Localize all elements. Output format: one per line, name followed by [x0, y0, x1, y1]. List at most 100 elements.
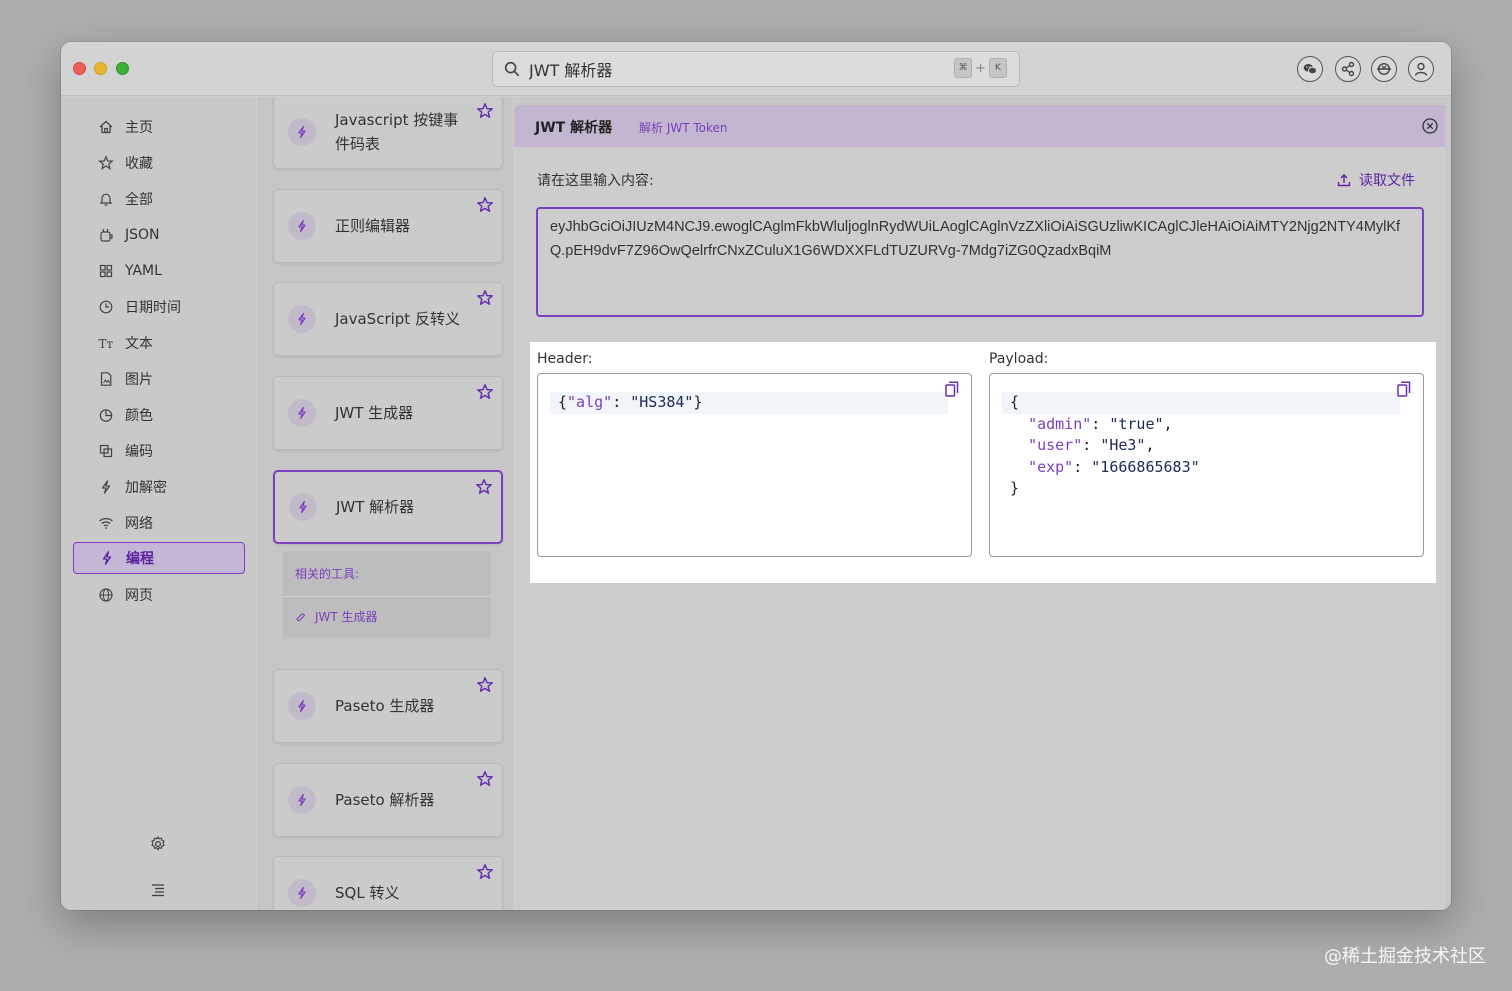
tool-card-sql-escape[interactable]: SQL 转义 — [273, 856, 503, 910]
search-icon — [504, 61, 520, 77]
sidebar-item-color[interactable]: 颜色 — [73, 399, 245, 431]
star-icon[interactable] — [476, 289, 494, 307]
related-tools-panel: 相关的工具: JWT 生成器 — [283, 551, 491, 637]
related-tool-label: JWT 生成器 — [315, 610, 378, 624]
copy-icon[interactable] — [1397, 381, 1411, 397]
copy-icon[interactable] — [945, 381, 959, 397]
sidebar-item-home[interactable]: 主页 — [73, 111, 245, 143]
tool-label: JWT 生成器 — [335, 404, 414, 422]
bolt-icon — [288, 305, 316, 333]
divider — [283, 596, 491, 597]
sidebar-item-network[interactable]: 网络 — [73, 507, 245, 539]
close-window-button[interactable] — [73, 62, 86, 75]
grid-icon — [97, 262, 115, 280]
copy-icon — [97, 442, 115, 460]
sidebar-item-all[interactable]: 全部 — [73, 183, 245, 215]
text-icon: Tт — [97, 334, 115, 352]
sidebar-item-label: 加解密 — [125, 480, 167, 496]
tool-card-regex-editor[interactable]: 正则编辑器 — [273, 189, 503, 263]
star-icon[interactable] — [476, 770, 494, 788]
zoom-window-button[interactable] — [116, 62, 129, 75]
tool-label: Paseto 生成器 — [335, 697, 435, 715]
code-line: } — [1010, 479, 1020, 497]
sidebar-item-label: YAML — [125, 263, 162, 279]
search-bar[interactable]: ⌘ + K — [492, 51, 1020, 87]
link-icon — [296, 612, 306, 621]
star-icon[interactable] — [476, 383, 494, 401]
related-tool-link[interactable]: JWT 生成器 — [295, 608, 378, 625]
minimize-window-button[interactable] — [94, 62, 107, 75]
star-icon — [97, 154, 115, 172]
close-icon[interactable] — [1421, 117, 1439, 135]
sidebar-item-favorites[interactable]: 收藏 — [73, 147, 245, 179]
user-icon — [1414, 62, 1428, 76]
page-title: JWT 解析器 — [535, 120, 613, 136]
share-button[interactable] — [1335, 56, 1361, 82]
sidebar-item-label: 收藏 — [125, 156, 153, 172]
bolt-icon — [288, 212, 316, 240]
sidebar-item-programming[interactable]: 编程 — [73, 542, 245, 574]
sync-icon — [1377, 62, 1391, 76]
star-icon[interactable] — [476, 676, 494, 694]
header-label: Header: — [537, 351, 593, 367]
bolt-icon — [288, 118, 316, 146]
share-icon — [1341, 61, 1355, 77]
bell-icon — [97, 190, 115, 208]
tool-card-paseto-generator[interactable]: Paseto 生成器 — [273, 669, 503, 743]
bolt-icon — [288, 399, 316, 427]
upload-icon — [1337, 174, 1351, 187]
bolt-icon — [288, 692, 316, 720]
sidebar-item-datetime[interactable]: 日期时间 — [73, 291, 245, 323]
payload-output[interactable]: { "admin": "true", "user": "He3", "exp":… — [989, 373, 1424, 557]
tool-card-paseto-parser[interactable]: Paseto 解析器 — [273, 763, 503, 837]
star-icon[interactable] — [476, 196, 494, 214]
sidebar-item-label: 颜色 — [125, 408, 153, 424]
page-subtitle: 解析 JWT Token — [639, 121, 728, 135]
star-icon[interactable] — [475, 478, 493, 496]
tool-card-js-unescape[interactable]: JavaScript 反转义 — [273, 282, 503, 356]
wechat-button[interactable] — [1297, 56, 1323, 82]
payload-json: { "admin": "true", "user": "He3", "exp":… — [1010, 392, 1200, 500]
sidebar-item-web[interactable]: 网页 — [73, 579, 245, 611]
read-file-button[interactable]: 读取文件 — [1337, 170, 1415, 190]
account-button[interactable] — [1408, 56, 1434, 82]
sidebar-item-label: 编程 — [126, 551, 154, 567]
bolt-icon — [98, 549, 116, 567]
tool-label: JavaScript 反转义 — [335, 310, 460, 328]
code-line: "admin": "true", — [1028, 414, 1173, 433]
title-bar: ⌘ + K — [61, 42, 1451, 96]
sidebar-item-encoding[interactable]: 编码 — [73, 435, 245, 467]
token-input[interactable]: eyJhbGciOiJIUzM4NCJ9.ewoglCAglmFkbWluljo… — [536, 207, 1424, 317]
svg-text:Tт: Tт — [99, 337, 114, 351]
sidebar-item-yaml[interactable]: YAML — [73, 255, 245, 287]
input-label: 请在这里输入内容: — [537, 173, 654, 189]
sidebar-item-label: 网页 — [125, 588, 153, 604]
star-icon[interactable] — [476, 102, 494, 120]
sync-button[interactable] — [1371, 56, 1397, 82]
sidebar-item-text[interactable]: Tт 文本 — [73, 327, 245, 359]
app-window: ⌘ + K — [61, 42, 1451, 910]
sidebar-item-image[interactable]: 图片 — [73, 363, 245, 395]
related-tools-title: 相关的工具: — [295, 567, 360, 581]
menu-icon[interactable] — [149, 881, 167, 899]
bolt-icon — [289, 493, 317, 521]
sidebar-item-json[interactable]: JSON — [73, 219, 245, 251]
palette-icon — [97, 406, 115, 424]
sidebar: 主页 收藏 全部 JSON YAML 日期时间 Tт 文本 图片 颜色 编码 加… — [61, 97, 257, 910]
home-icon — [97, 118, 115, 136]
wechat-icon — [1303, 64, 1317, 75]
tool-card-jwt-generator[interactable]: JWT 生成器 — [273, 376, 503, 450]
globe-icon — [97, 586, 115, 604]
header-json: {"alg": "HS384"} — [558, 392, 703, 414]
star-icon[interactable] — [476, 863, 494, 881]
header-output[interactable]: {"alg": "HS384"} — [537, 373, 972, 557]
gear-icon[interactable] — [149, 835, 167, 853]
code-line: { — [1010, 393, 1020, 411]
search-input[interactable] — [529, 58, 929, 80]
sidebar-item-crypto[interactable]: 加解密 — [73, 471, 245, 503]
tool-card-js-keycode[interactable]: Javascript 按键事件码表 — [273, 97, 503, 169]
clock-icon — [97, 298, 115, 316]
shortcut-hint: ⌘ + K — [954, 58, 1007, 78]
decoded-results: Header: {"alg": "HS384"} Payload: { "adm… — [530, 342, 1436, 583]
tool-card-jwt-parser[interactable]: JWT 解析器 — [273, 470, 503, 544]
